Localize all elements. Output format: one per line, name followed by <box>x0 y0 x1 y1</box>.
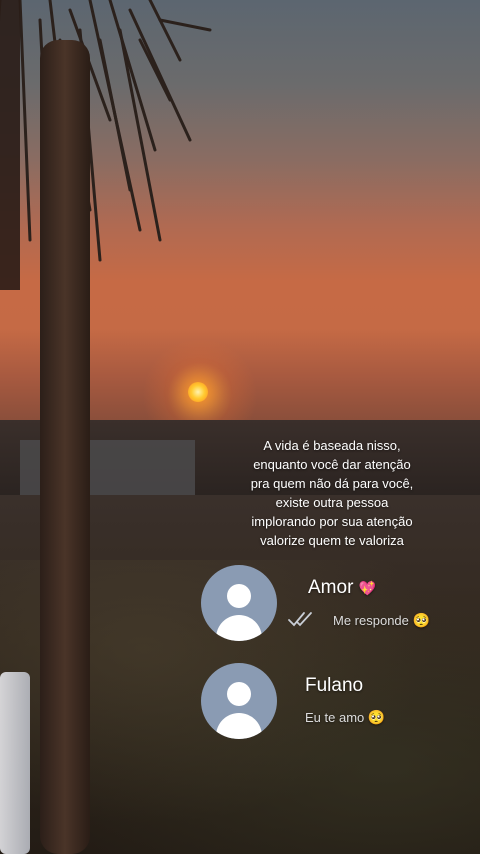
chat-message-text: Me responde <box>333 613 409 628</box>
avatar-head <box>227 584 251 608</box>
pleading-face-emoji: 🥺 <box>367 709 386 725</box>
avatar[interactable] <box>201 663 277 739</box>
chat-message: Me responde 🥺 <box>333 612 430 629</box>
chat-name-text: Amor <box>308 577 354 598</box>
sun <box>188 382 208 402</box>
sparkling-heart-emoji: 💖 <box>358 580 377 596</box>
chat-name-text: Fulano <box>305 675 364 696</box>
avatar-body <box>216 615 262 641</box>
avatar-head <box>227 682 251 706</box>
pleading-face-emoji: 🥺 <box>412 612 430 628</box>
caption-line: implorando por sua atenção <box>251 514 413 529</box>
caption-text: A vida é baseada nisso, enquanto você da… <box>222 436 442 550</box>
chat-name[interactable]: Amor 💖 <box>308 577 376 599</box>
caption-line: valorize quem te valoriza <box>260 533 404 548</box>
white-sack <box>0 672 30 854</box>
wooden-pole <box>40 40 90 854</box>
chat-name[interactable]: Fulano <box>305 675 363 697</box>
caption-line: enquanto você dar atenção <box>253 457 411 472</box>
caption-line: existe outra pessoa <box>275 495 389 510</box>
avatar-body <box>216 713 262 739</box>
double-check-icon <box>288 612 312 627</box>
caption-line: pra quem não dá para você, <box>250 476 414 491</box>
avatar[interactable] <box>201 565 277 641</box>
chat-message-text: Eu te amo <box>305 710 365 725</box>
thatch-roof <box>0 0 212 290</box>
chat-message: Eu te amo 🥺 <box>305 709 385 726</box>
caption-line: A vida é baseada nisso, <box>263 438 401 453</box>
